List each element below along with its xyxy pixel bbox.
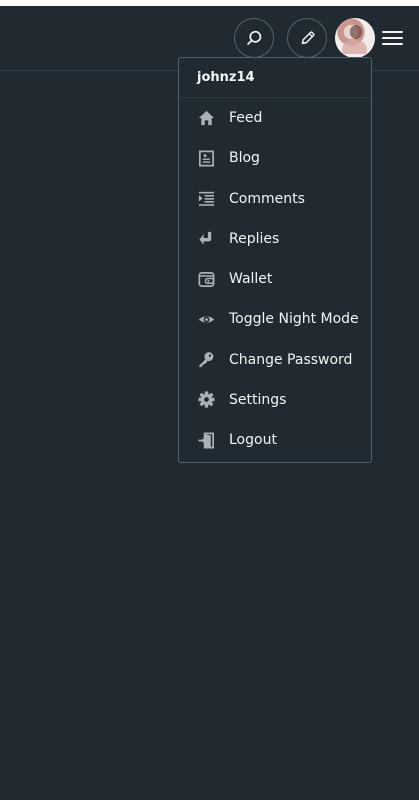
menu-item-label: Settings (229, 391, 287, 408)
wallet-icon (197, 270, 216, 289)
menu-item-label: Logout (229, 432, 277, 449)
home-icon (197, 109, 216, 128)
comments-icon (197, 189, 216, 208)
username: johnz14 (179, 58, 371, 98)
reply-icon (197, 229, 216, 248)
menu-item-blog[interactable]: Blog (179, 138, 371, 178)
avatar[interactable] (335, 18, 375, 58)
gear-icon (197, 390, 216, 409)
menu-item-change-password[interactable]: Change Password (179, 340, 371, 380)
menu-item-toggle-night-mode[interactable]: Toggle Night Mode (179, 299, 371, 339)
hamburger-line (382, 43, 403, 45)
menu-item-feed[interactable]: Feed (179, 98, 371, 138)
menu-list: Feed Blog Comments Replies Wallet Toggle… (179, 98, 371, 460)
create-post-button[interactable] (287, 18, 327, 58)
menu-item-wallet[interactable]: Wallet (179, 259, 371, 299)
key-icon (197, 350, 216, 369)
user-dropdown-menu: johnz14 Feed Blog Comments Replies Walle… (178, 57, 372, 463)
eye-icon (197, 310, 216, 329)
menu-item-label: Feed (229, 110, 263, 127)
search-button[interactable] (234, 18, 274, 58)
menu-item-label: Blog (229, 150, 260, 167)
menu-item-label: Replies (229, 230, 280, 247)
hamburger-menu-button[interactable] (382, 24, 406, 52)
hamburger-line (382, 37, 403, 39)
menu-item-logout[interactable]: Logout (179, 420, 371, 460)
blog-icon (197, 149, 216, 168)
logout-icon (197, 431, 216, 450)
pencil-icon (299, 30, 316, 47)
search-icon (246, 30, 263, 47)
menu-item-settings[interactable]: Settings (179, 380, 371, 420)
hamburger-line (382, 31, 403, 33)
menu-item-comments[interactable]: Comments (179, 179, 371, 219)
menu-item-label: Toggle Night Mode (229, 311, 359, 328)
menu-item-label: Change Password (229, 351, 353, 368)
menu-item-replies[interactable]: Replies (179, 219, 371, 259)
menu-item-label: Comments (229, 190, 305, 207)
menu-item-label: Wallet (229, 271, 273, 288)
